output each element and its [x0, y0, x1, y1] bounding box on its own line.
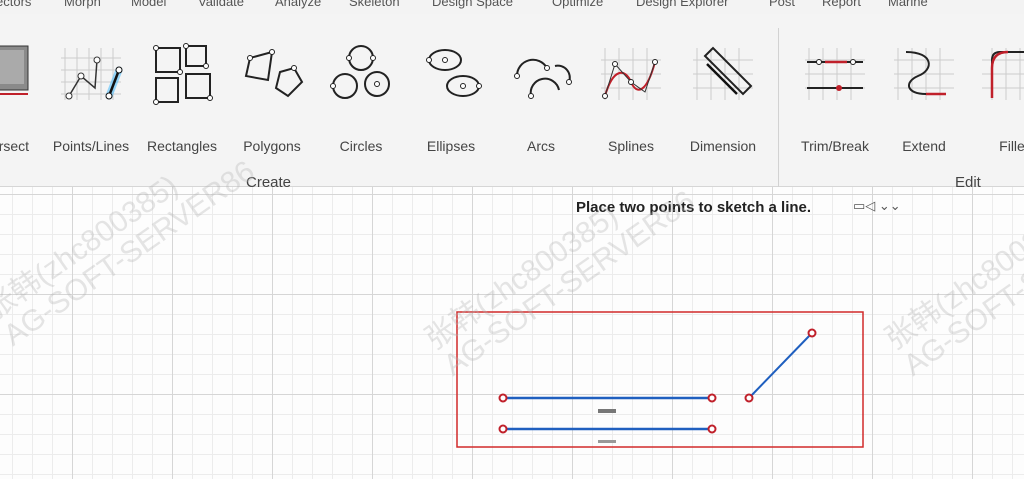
- sketch-point[interactable]: [707, 424, 717, 434]
- sketch-point[interactable]: [498, 393, 508, 403]
- sketch-point[interactable]: [498, 424, 508, 434]
- sketch-line-diagonal[interactable]: [748, 332, 813, 399]
- sketch-geometry: [456, 311, 864, 448]
- horizontal-constraint-icon[interactable]: [598, 409, 616, 413]
- sketch-point[interactable]: [707, 393, 717, 403]
- horizontal-constraint-icon[interactable]: [598, 440, 616, 443]
- sketch-point[interactable]: [744, 393, 754, 403]
- selection-box: [456, 311, 864, 448]
- sketch-point[interactable]: [807, 328, 817, 338]
